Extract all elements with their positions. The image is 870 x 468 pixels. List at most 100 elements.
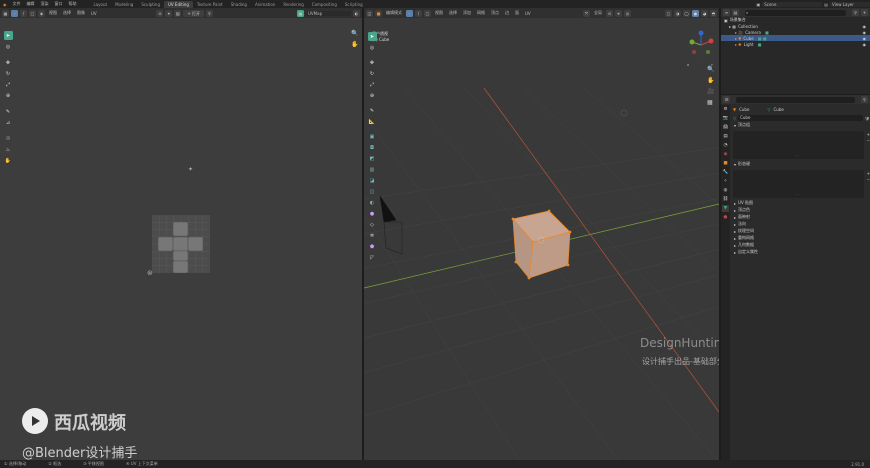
pinch-tool-icon[interactable]: ✋	[4, 156, 13, 165]
section-texture-space[interactable]: ▸ 纹理空间	[731, 228, 870, 235]
section-remesh[interactable]: ▸ 重构网格	[731, 235, 870, 242]
vp-ortho-icon[interactable]: ▦	[707, 99, 713, 106]
annotate-tool-icon[interactable]: ✎	[4, 107, 13, 116]
vp-menu-mesh[interactable]: 网格	[475, 10, 487, 16]
menu-file[interactable]: 文件	[10, 1, 24, 7]
menu-render[interactable]: 渲染	[38, 1, 52, 7]
vp-pan-icon[interactable]: ✋	[707, 77, 714, 84]
outliner-row-light[interactable]: ▸ ✺ Light ■ ◉	[721, 41, 870, 47]
list-remove-icon[interactable]: −	[867, 177, 870, 182]
vp-menu-view[interactable]: 视图	[433, 10, 445, 16]
extrude-tool-icon[interactable]: ▣	[368, 132, 377, 141]
view-layer-selector[interactable]: View Layer	[830, 1, 870, 7]
rip-region-tool-icon[interactable]: ◸	[368, 253, 377, 262]
vp-menu-vertex[interactable]: 顶点	[489, 10, 501, 16]
vp-select-tool-icon[interactable]: ➤	[367, 32, 377, 41]
pin-icon[interactable]: ⚲	[206, 9, 213, 17]
edge-slide-tool-icon[interactable]: ◇	[368, 220, 377, 229]
outliner-editor-icon[interactable]: ≡	[723, 9, 730, 16]
vp-measure-tool-icon[interactable]: 📐	[368, 117, 377, 126]
menu-window[interactable]: 窗口	[52, 1, 66, 7]
mesh-name-field[interactable]: Cube	[738, 115, 863, 121]
vp-cursor-tool-icon[interactable]: ◎	[368, 43, 377, 52]
physics-tab-icon[interactable]: ◍	[722, 187, 729, 194]
vp-menu-uv[interactable]: UV	[523, 11, 533, 16]
vp-menu-select[interactable]: 选择	[447, 10, 459, 16]
section-custom-properties[interactable]: ▸ 自定义属性	[731, 249, 870, 256]
shear-tool-icon[interactable]: ⬟	[368, 242, 377, 251]
overlay-icon[interactable]: ◑	[674, 9, 681, 17]
uv-pan-icon[interactable]: ✋	[351, 41, 358, 48]
tab-texture-paint[interactable]: Texture Paint	[193, 1, 227, 8]
tab-compositing[interactable]: Compositing	[308, 1, 341, 8]
mode-selector[interactable]: 编辑模式	[384, 10, 404, 16]
edge-mode-icon[interactable]: /	[415, 9, 422, 17]
vp-scale-tool-icon[interactable]: ⤢	[368, 80, 377, 89]
bevel-tool-icon[interactable]: ◩	[368, 154, 377, 163]
section-vertex-groups[interactable]: ▾ 顶点组	[731, 122, 870, 129]
inset-tool-icon[interactable]: ◘	[368, 143, 377, 152]
transform-orientation-icon[interactable]: ⤧	[583, 9, 590, 17]
constraints-tab-icon[interactable]: ⛓	[722, 196, 729, 203]
uv-overlay-icon[interactable]: ◐	[353, 9, 360, 17]
proportional-edit-icon[interactable]: ◎	[624, 9, 631, 17]
face-select-icon[interactable]: ▢	[29, 9, 36, 17]
blender-logo-icon[interactable]: ◉	[0, 2, 10, 7]
render-tab-icon[interactable]: 📷	[722, 115, 729, 122]
vertex-select-icon[interactable]: ·	[11, 9, 18, 17]
uv-menu-select[interactable]: 选择	[61, 10, 73, 16]
shrink-tool-icon[interactable]: ✲	[368, 231, 377, 240]
tab-sculpting[interactable]: Sculpting	[137, 1, 164, 8]
world-tab-icon[interactable]: ◉	[722, 151, 729, 158]
material-shading-icon[interactable]: ◕	[701, 9, 708, 17]
visibility-eye-icon[interactable]: ◉	[863, 24, 870, 29]
particles-tab-icon[interactable]: ✧	[722, 178, 729, 185]
vp-menu-face[interactable]: 面	[513, 10, 521, 16]
fake-user-icon[interactable]: 🛡	[865, 116, 870, 121]
new-collection-icon[interactable]: +	[861, 9, 868, 16]
relax-tool-icon[interactable]: ♨	[4, 145, 13, 154]
tab-modeling[interactable]: Modeling	[111, 1, 137, 8]
tab-animation[interactable]: Animation	[251, 1, 279, 8]
wireframe-shading-icon[interactable]: ◯	[683, 9, 690, 17]
section-geometry-data[interactable]: ▸ 几何数据	[731, 242, 870, 249]
menu-edit[interactable]: 编辑	[24, 1, 38, 7]
properties-pin-icon[interactable]: ⚲	[861, 96, 868, 103]
outliner-filter-icon[interactable]: ⚲	[852, 9, 859, 16]
properties-search[interactable]	[736, 96, 855, 103]
vp-menu-add[interactable]: 添加	[461, 10, 473, 16]
scale-tool-icon[interactable]: ⤢	[4, 80, 13, 89]
rotate-tool-icon[interactable]: ↻	[4, 69, 13, 78]
modifier-tab-icon[interactable]: 🔧	[722, 169, 729, 176]
shape-keys-list[interactable]: + − ⋯	[733, 170, 870, 198]
vp-menu-edge[interactable]: 边	[503, 10, 511, 16]
face-mode-icon[interactable]: ▢	[424, 9, 431, 17]
mesh-browse-icon[interactable]: ▽	[733, 116, 736, 121]
visibility-eye-icon[interactable]: ◉	[863, 42, 870, 47]
output-tab-icon[interactable]: 🖨	[722, 124, 729, 131]
pivot-icon[interactable]: ⊙	[156, 9, 164, 17]
select-tool-icon[interactable]: ➤	[3, 31, 13, 40]
section-normals[interactable]: ▸ 法向	[731, 221, 870, 228]
list-add-icon[interactable]: +	[867, 171, 870, 176]
vertex-groups-list[interactable]: + − ⋯	[733, 131, 870, 159]
image-new-button[interactable]: + 打开	[183, 9, 204, 17]
image-browse-icon[interactable]: ▨	[174, 9, 182, 17]
list-add-icon[interactable]: +	[867, 132, 870, 137]
visibility-eye-icon[interactable]: ◉	[863, 36, 870, 41]
uv-zoom-icon[interactable]: 🔍	[351, 30, 358, 37]
section-vertex-colors[interactable]: ▸ 顶点色	[731, 207, 870, 214]
scene-tab-icon[interactable]: ◔	[722, 142, 729, 149]
xray-icon[interactable]: ◻	[665, 9, 672, 17]
tab-uv-editing[interactable]: UV Editing	[164, 0, 193, 8]
list-resize-handle[interactable]: ⋯	[795, 153, 799, 158]
vertex-mode-icon[interactable]: ·	[406, 9, 413, 17]
spin-tool-icon[interactable]: ◐	[368, 198, 377, 207]
outliner-display-mode-icon[interactable]: ▤	[732, 9, 739, 16]
tab-layout[interactable]: Layout	[90, 1, 112, 8]
vp-camera-view-icon[interactable]: 🎥	[707, 88, 714, 95]
edge-select-icon[interactable]: /	[20, 9, 27, 17]
poly-build-tool-icon[interactable]: ◫	[368, 187, 377, 196]
smooth-tool-icon[interactable]: ●	[368, 209, 377, 218]
tab-shading[interactable]: Shading	[227, 1, 251, 8]
